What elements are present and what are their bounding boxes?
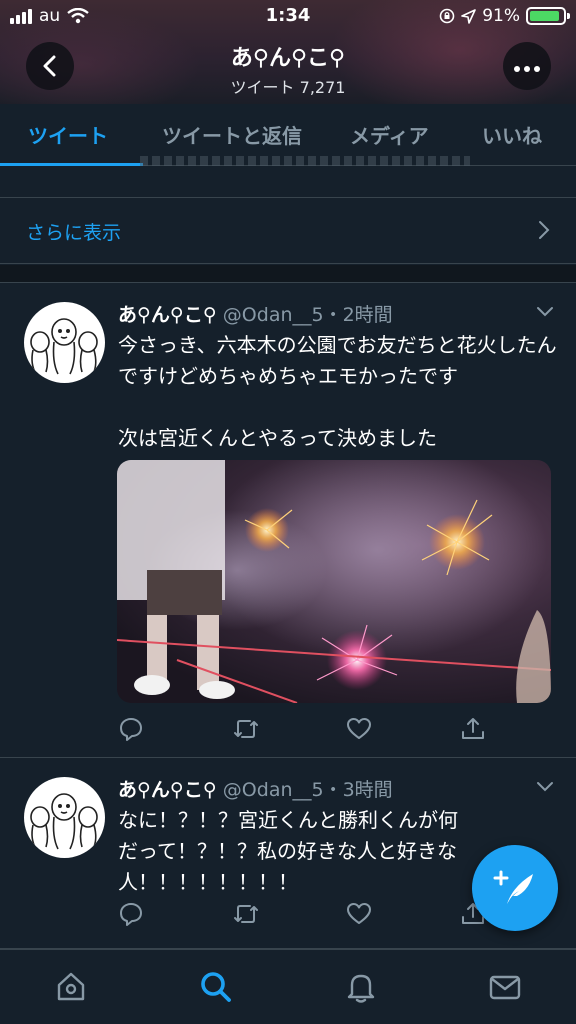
more-options-button[interactable] <box>503 42 551 90</box>
tab-likes[interactable]: いいね <box>482 120 542 149</box>
share-icon[interactable] <box>460 716 486 742</box>
bottom-tab-bar <box>0 949 576 1024</box>
chevron-down-icon[interactable] <box>536 781 554 793</box>
sparkler-photo <box>117 460 551 703</box>
show-more-label: さらに表示 <box>26 222 122 244</box>
compose-tweet-button[interactable] <box>472 845 558 931</box>
retweet-icon[interactable] <box>232 901 260 927</box>
tweet-actions <box>118 901 498 931</box>
tweet[interactable]: あ⚲ん⚲こ⚲ @Odan__5・2時間 今さっき、六本木の公園でお友だちと花火し… <box>0 284 576 758</box>
tweet-text: 今さっき、六本木の公園でお友だちと花火したんですけどめちゃめちゃエモかったです … <box>118 333 557 450</box>
avatar-illustration-icon <box>30 318 98 375</box>
show-more-row[interactable]: さらに表示 <box>0 197 576 264</box>
tweet-text: なに！？！？宮近くんと勝利くんが何だって！？！？私の好きな人と好きな人！！！！！… <box>118 808 458 894</box>
tweet-handle-time: @Odan__5・2時間 <box>222 304 393 326</box>
tweet-author[interactable]: あ⚲ん⚲こ⚲ <box>118 779 217 801</box>
like-icon[interactable] <box>346 901 372 927</box>
avatar-illustration-icon <box>30 793 98 850</box>
battery-icon <box>526 7 570 25</box>
section-divider <box>0 265 576 283</box>
search-icon[interactable] <box>199 970 233 1004</box>
chevron-right-icon <box>539 221 550 239</box>
compose-tweet-icon <box>493 870 533 904</box>
tweet-handle-time: @Odan__5・3時間 <box>222 779 393 801</box>
like-icon[interactable] <box>346 716 372 742</box>
orientation-lock-icon <box>439 8 455 24</box>
more-dots-icon <box>512 57 542 76</box>
tweet-header: あ⚲ん⚲こ⚲ @Odan__5・3時間 <box>118 775 393 802</box>
tweet-media-image[interactable] <box>117 460 551 703</box>
profile-name: あ⚲ん⚲こ⚲ <box>230 46 346 71</box>
tweet-author[interactable]: あ⚲ん⚲こ⚲ <box>118 304 217 326</box>
chevron-down-icon[interactable] <box>536 306 554 318</box>
reply-icon[interactable] <box>118 716 144 742</box>
tab-media[interactable]: メディア <box>350 120 429 149</box>
battery-percent: 91% <box>482 6 520 26</box>
profile-title: あ⚲ん⚲こ⚲ ツイート 7,271 <box>0 40 576 98</box>
tab-tweets[interactable]: ツイート <box>28 120 108 149</box>
avatar[interactable] <box>24 777 105 858</box>
active-tab-indicator <box>0 163 143 166</box>
reply-icon[interactable] <box>118 901 144 927</box>
tweet-actions <box>118 716 498 746</box>
retweet-icon[interactable] <box>232 716 260 742</box>
truncated-content <box>140 150 520 166</box>
envelope-icon[interactable] <box>488 970 522 1004</box>
avatar[interactable] <box>24 302 105 383</box>
tweet-header: あ⚲ん⚲こ⚲ @Odan__5・2時間 <box>118 300 393 327</box>
location-arrow-icon <box>461 8 477 24</box>
tab-tweets-and-replies[interactable]: ツイートと返信 <box>162 120 302 149</box>
profile-tweet-count: ツイート 7,271 <box>230 78 346 97</box>
bell-icon[interactable] <box>344 970 378 1004</box>
home-icon[interactable] <box>54 970 88 1004</box>
status-bar: au 1:34 91% <box>0 0 576 34</box>
